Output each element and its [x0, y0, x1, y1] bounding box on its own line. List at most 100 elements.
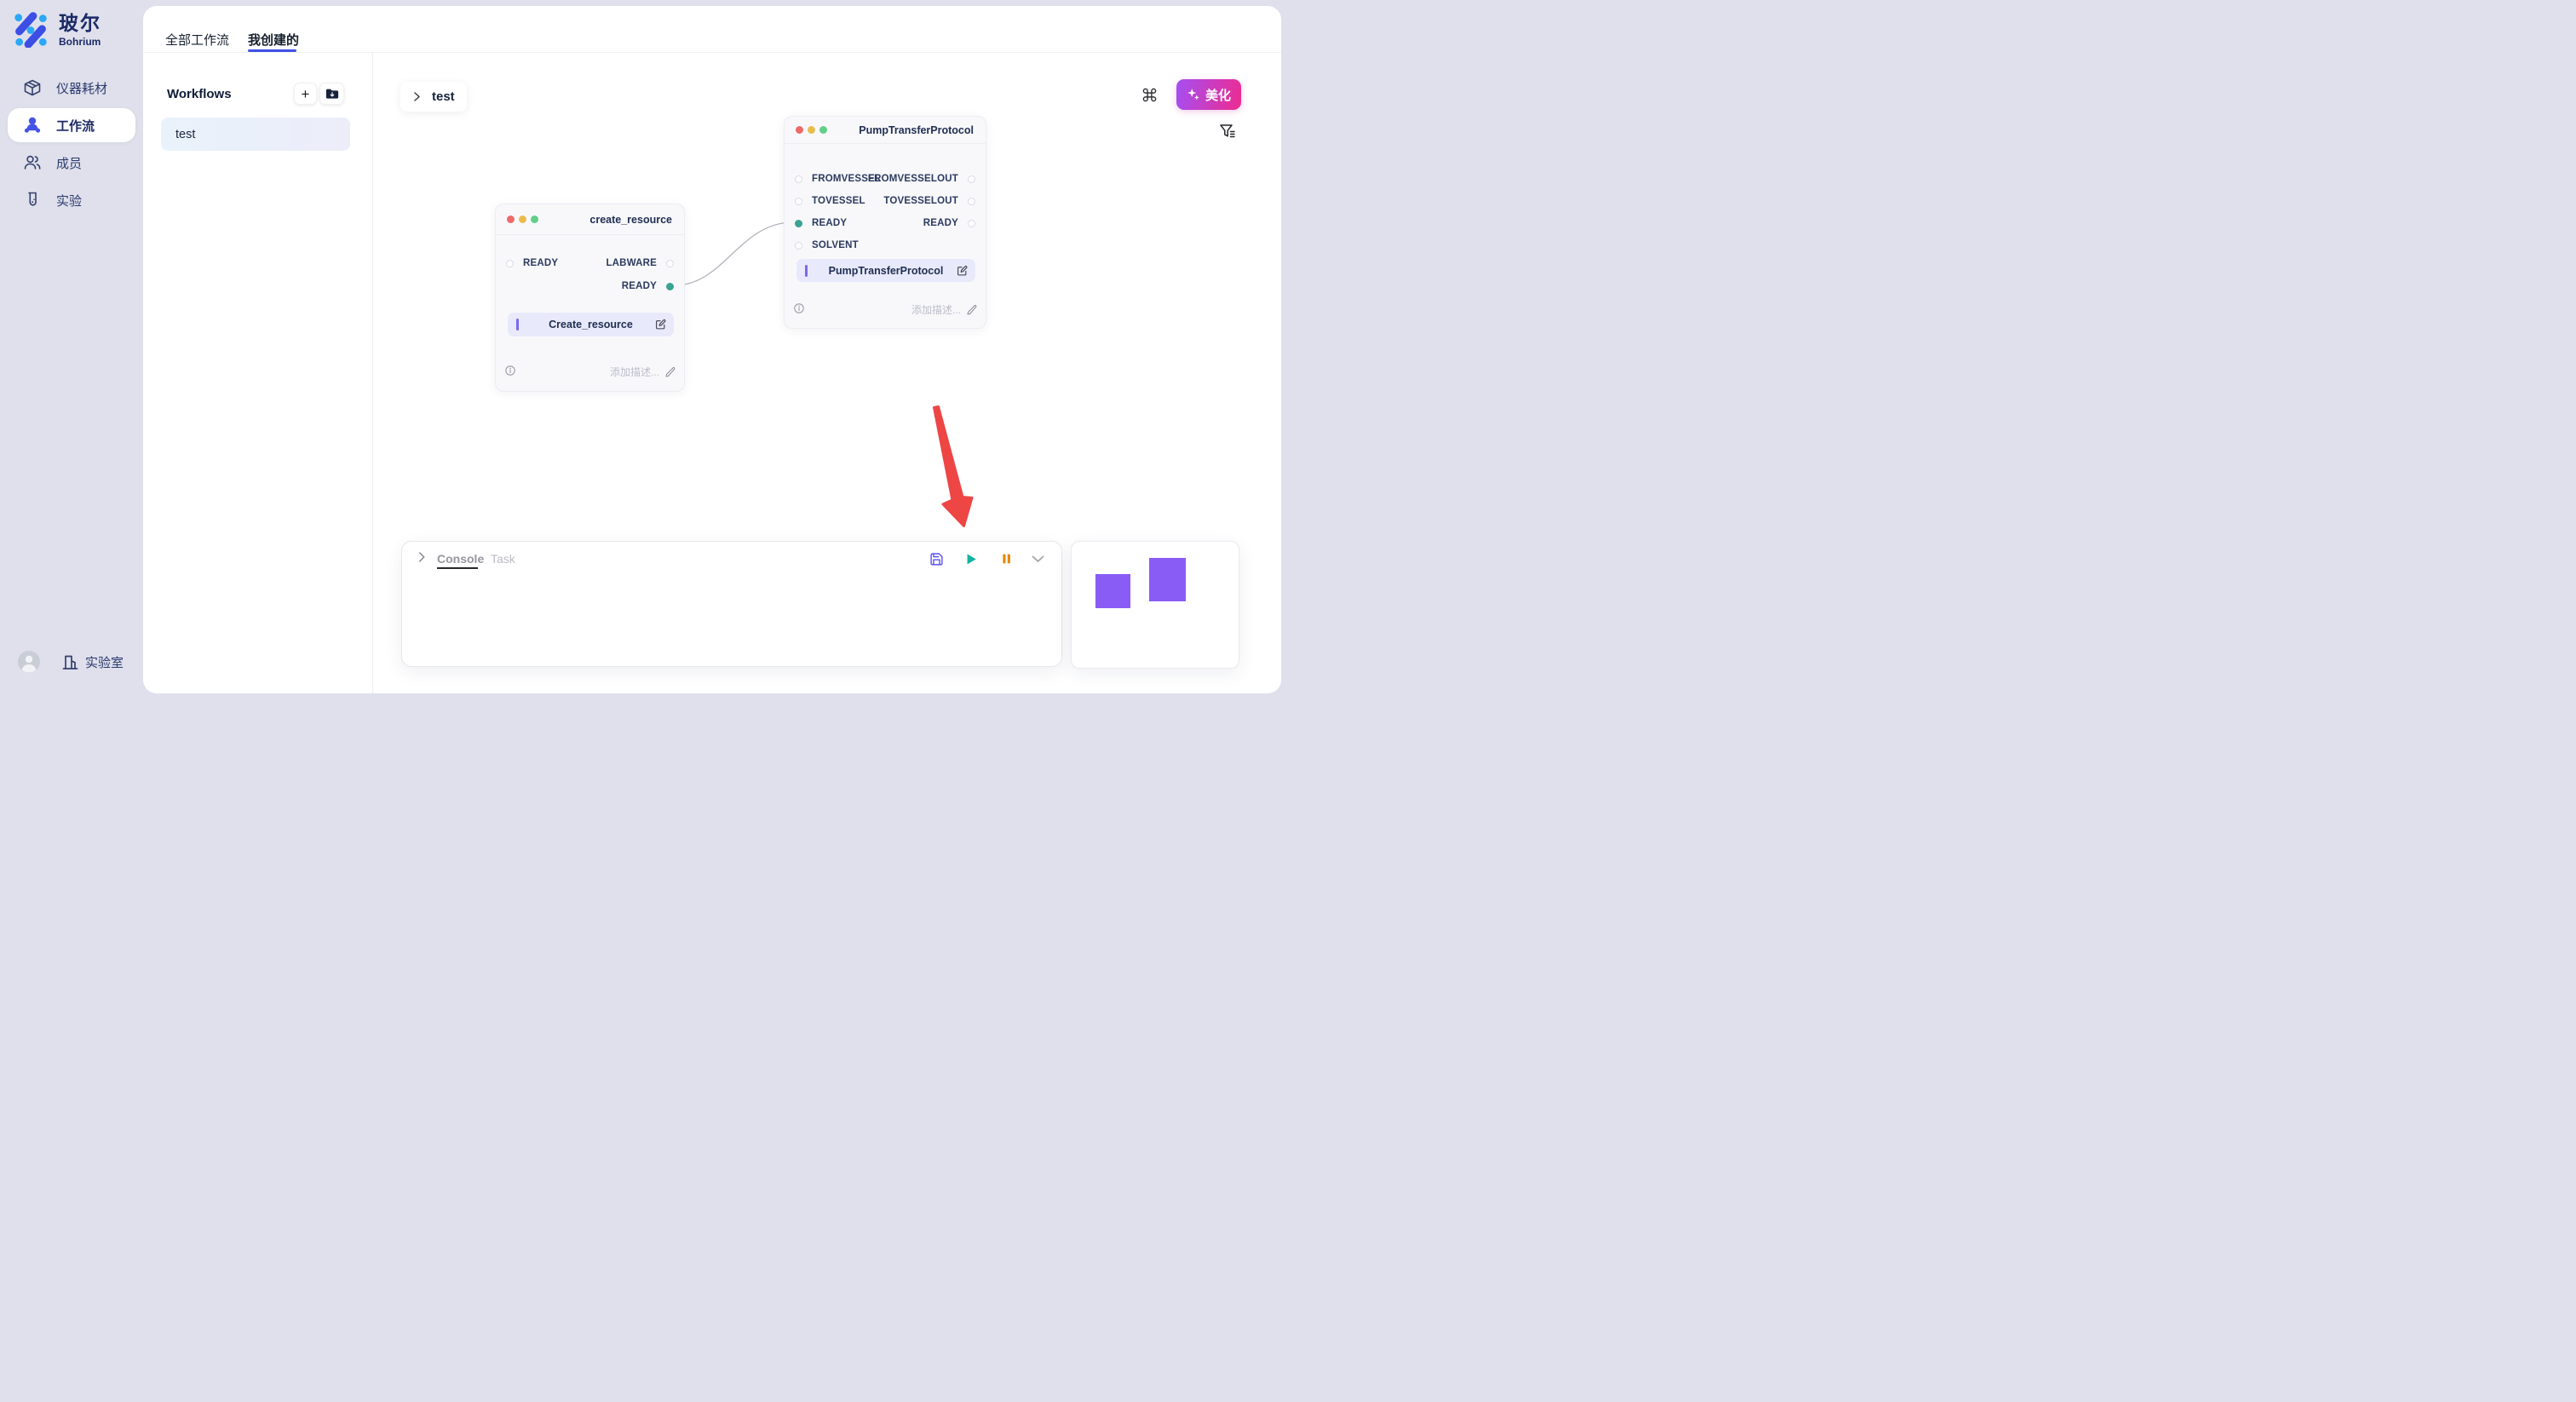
console-tab-console[interactable]: Console: [437, 552, 484, 566]
port-connector[interactable]: [795, 242, 802, 250]
avatar[interactable]: [18, 651, 40, 673]
edit-icon[interactable]: [957, 265, 968, 276]
members-icon: [24, 154, 41, 171]
shortcut-button[interactable]: [1140, 85, 1159, 104]
tab-all-workflows[interactable]: 全部工作流: [165, 31, 229, 49]
import-folder-button[interactable]: [319, 83, 344, 105]
filter-funnel-icon: [1219, 124, 1236, 141]
tab-my-created[interactable]: 我创建的: [248, 31, 299, 49]
sidebar-item-label: 仪器耗材: [56, 79, 107, 97]
console-active-tab-underline: [437, 567, 478, 569]
command-icon: [1141, 87, 1158, 103]
save-icon: [929, 552, 944, 566]
description-placeholder: 添加描述...: [610, 365, 659, 379]
package-box-icon: [24, 79, 41, 96]
node-title: PumpTransferProtocol: [859, 124, 974, 136]
collapse-panel-button[interactable]: [1029, 550, 1046, 567]
run-button[interactable]: [963, 550, 980, 567]
workflow-list-item-test[interactable]: test: [161, 118, 350, 151]
node-dot-amber[interactable]: [519, 215, 526, 223]
port-connector[interactable]: [506, 260, 514, 267]
sidebar-item-members[interactable]: 成员: [8, 146, 135, 180]
workflow-person-icon: [24, 117, 41, 134]
folder-download-icon: [325, 88, 339, 100]
pause-icon: [1000, 552, 1013, 566]
port-label: READY: [622, 281, 657, 291]
add-workflow-button[interactable]: +: [294, 83, 317, 105]
sidebar-footer: 实验室: [18, 651, 124, 673]
port-fromvesselout: FROMVESSELOUT: [868, 172, 975, 186]
edit-icon[interactable]: [655, 319, 666, 330]
tabbar-divider: [143, 52, 1281, 53]
minimap[interactable]: [1071, 541, 1239, 669]
node-create-resource[interactable]: create_resource READY LABWARE READY Crea…: [495, 204, 685, 392]
port-connector[interactable]: [968, 175, 975, 183]
sidebar-item-instruments[interactable]: 仪器耗材: [8, 71, 135, 105]
port-ready-in: READY: [506, 256, 558, 270]
sidebar-item-experiments[interactable]: 实验: [8, 183, 135, 217]
node-pump-transfer-protocol[interactable]: PumpTransferProtocol FROMVESSEL TOVESSEL…: [784, 116, 986, 329]
port-connector[interactable]: [968, 220, 975, 227]
port-ready-in: READY: [795, 216, 847, 230]
port-ready-out: READY: [622, 279, 674, 293]
pause-button[interactable]: [998, 550, 1015, 567]
port-label: READY: [523, 258, 558, 268]
info-icon[interactable]: [505, 365, 515, 376]
port-connector-connected[interactable]: [666, 283, 674, 290]
brand-text: 玻尔 Bohrium: [59, 12, 101, 48]
port-solvent-in: SOLVENT: [795, 238, 859, 252]
lab-switcher[interactable]: 实验室: [62, 653, 124, 671]
port-label: SOLVENT: [812, 240, 859, 250]
filter-button[interactable]: [1218, 123, 1237, 141]
sidebar-item-workflow[interactable]: 工作流: [8, 108, 135, 142]
chevron-down-icon: [1032, 555, 1044, 563]
panel-divider: [372, 52, 373, 693]
description-field[interactable]: 添加描述...: [610, 365, 676, 379]
port-ready-out: READY: [923, 216, 975, 230]
port-connector[interactable]: [666, 260, 674, 267]
play-icon: [964, 552, 978, 566]
beautify-button[interactable]: 美化: [1176, 79, 1241, 110]
port-label: TOVESSEL: [812, 196, 865, 206]
info-icon[interactable]: [794, 303, 804, 313]
lab-label: 实验室: [85, 653, 124, 671]
node-dot-green[interactable]: [819, 126, 827, 134]
console-collapse-button[interactable]: [417, 552, 427, 562]
console-tab-task[interactable]: Task: [491, 552, 515, 566]
port-tovessel-in: TOVESSEL: [795, 194, 865, 208]
minimap-node-rect: [1149, 558, 1186, 601]
node-dot-red[interactable]: [507, 215, 515, 223]
save-button[interactable]: [928, 550, 945, 567]
port-connector[interactable]: [795, 198, 802, 205]
sidebar: 玻尔 Bohrium 仪器耗材 工作流: [0, 0, 143, 701]
node-dot-red[interactable]: [796, 126, 803, 134]
description-field[interactable]: 添加描述...: [911, 302, 977, 317]
action-accent-bar: [516, 319, 519, 330]
port-label: TOVESSELOUT: [883, 196, 958, 206]
chevron-right-icon: [412, 92, 422, 101]
chevron-right-icon: [417, 552, 427, 562]
port-label: READY: [923, 218, 958, 228]
brand-name-en: Bohrium: [59, 36, 101, 48]
node-action-create-resource[interactable]: Create_resource: [508, 313, 674, 336]
port-label: LABWARE: [606, 258, 657, 268]
sidebar-item-label: 成员: [56, 154, 82, 172]
node-action-pump-transfer[interactable]: PumpTransferProtocol: [796, 259, 975, 282]
port-connector-connected[interactable]: [795, 220, 802, 227]
breadcrumb[interactable]: test: [400, 82, 467, 112]
beautify-label: 美化: [1205, 86, 1231, 104]
action-label: Create_resource: [508, 319, 674, 330]
port-connector[interactable]: [968, 198, 975, 205]
brand-logo: 玻尔 Bohrium: [13, 12, 101, 48]
port-tovesselout: TOVESSELOUT: [883, 194, 975, 208]
port-label: READY: [812, 218, 847, 228]
bohrium-logo-icon: [13, 12, 49, 48]
node-dot-green[interactable]: [531, 215, 538, 223]
action-accent-bar: [805, 265, 808, 277]
pencil-icon: [665, 367, 676, 377]
port-connector[interactable]: [795, 175, 802, 183]
node-header: PumpTransferProtocol: [785, 117, 986, 144]
node-title: create_resource: [589, 214, 672, 226]
sidebar-item-label: 实验: [56, 192, 82, 210]
node-dot-amber[interactable]: [808, 126, 815, 134]
